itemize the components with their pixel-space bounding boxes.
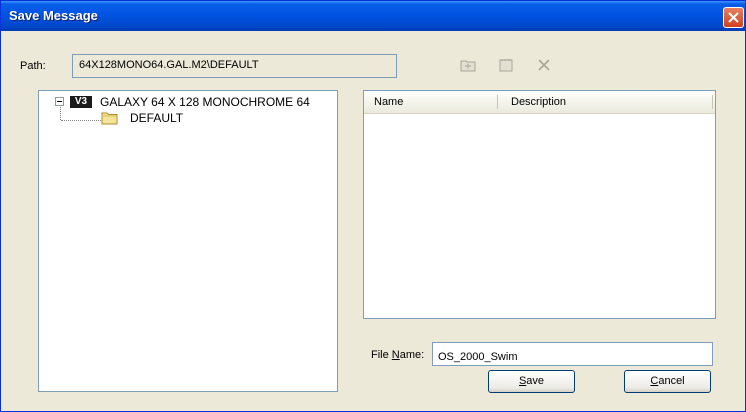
path-field: 64X128MONO64.GAL.M2\DEFAULT	[72, 54, 397, 78]
column-divider[interactable]	[497, 95, 498, 109]
column-header-description[interactable]: Description	[511, 96, 566, 108]
window-title: Save Message	[9, 8, 98, 23]
file-name-label: File Name:	[371, 349, 425, 361]
new-folder-button[interactable]	[459, 57, 477, 73]
tree-item-default[interactable]: DEFAULT	[130, 111, 183, 125]
collapse-toggle[interactable]	[55, 97, 64, 106]
cancel-button[interactable]: Cancel	[624, 370, 711, 393]
close-icon	[728, 12, 739, 23]
tree-connector	[61, 120, 101, 122]
save-message-dialog: Save Message Path: 64X128MONO64.GAL.M2\D…	[0, 0, 746, 412]
delete-button[interactable]	[535, 57, 553, 73]
path-label: Path:	[20, 60, 46, 72]
folder-icon	[101, 112, 118, 125]
tree-root-label[interactable]: GALAXY 64 X 128 MONOCHROME 64	[100, 95, 310, 109]
folder-tree[interactable]: V3 GALAXY 64 X 128 MONOCHROME 64 DEFAULT	[38, 90, 338, 392]
column-header-name[interactable]: Name	[374, 96, 403, 108]
tree-connector	[60, 107, 62, 120]
title-bar[interactable]: Save Message	[1, 1, 745, 31]
message-list[interactable]: Name Description	[363, 90, 716, 319]
save-button[interactable]: Save	[488, 370, 575, 393]
file-name-input[interactable]	[432, 342, 713, 366]
list-header: Name Description	[364, 91, 715, 114]
delete-icon	[538, 59, 550, 71]
new-folder-icon	[460, 60, 476, 72]
folder-properties-button[interactable]	[497, 57, 515, 73]
close-button[interactable]	[723, 7, 744, 28]
folder-properties-icon	[499, 59, 513, 72]
v3-badge-icon: V3	[70, 96, 92, 108]
column-divider[interactable]	[712, 95, 713, 109]
